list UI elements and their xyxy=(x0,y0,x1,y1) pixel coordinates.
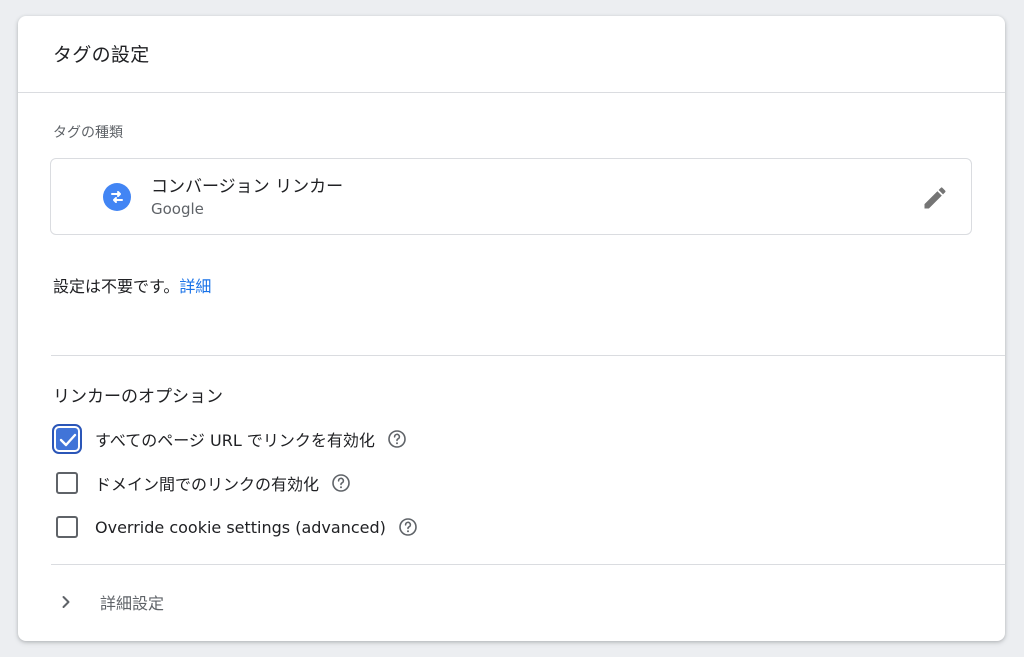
advanced-settings-label: 詳細設定 xyxy=(100,594,165,613)
header-divider xyxy=(18,92,1005,93)
option-label[interactable]: ドメイン間でのリンクの有効化 xyxy=(95,471,319,495)
linker-options-title: リンカーのオプション xyxy=(53,387,223,407)
option-cross-domain: ドメイン間でのリンクの有効化 xyxy=(53,468,351,498)
help-icon[interactable] xyxy=(331,473,351,493)
checkbox-override-cookie[interactable] xyxy=(56,516,78,538)
checkbox-enable-all-urls[interactable] xyxy=(52,424,82,454)
help-icon[interactable] xyxy=(387,429,407,449)
config-message: 設定は不要です。詳細 xyxy=(53,273,211,297)
help-icon[interactable] xyxy=(398,517,418,537)
tag-type-selector[interactable]: コンバージョン リンカー Google xyxy=(50,158,972,235)
option-override-cookie: Override cookie settings (advanced) xyxy=(53,512,418,542)
option-label[interactable]: Override cookie settings (advanced) xyxy=(95,518,386,537)
config-text: 設定は不要です。 xyxy=(53,277,180,296)
tag-vendor: Google xyxy=(151,200,204,218)
section-divider xyxy=(51,355,1005,356)
chevron-right-icon xyxy=(62,596,70,608)
tag-configuration-card: タグの設定 タグの種類 コンバージョン リンカー Google 設定は不要です。… xyxy=(18,16,1005,641)
checkbox-cross-domain[interactable] xyxy=(56,472,78,494)
tag-name: コンバージョン リンカー xyxy=(151,177,344,197)
option-label[interactable]: すべてのページ URL でリンクを有効化 xyxy=(95,427,375,451)
option-enable-all-urls: すべてのページ URL でリンクを有効化 xyxy=(52,424,407,454)
section-divider xyxy=(51,564,1005,565)
swap-arrows-icon xyxy=(103,183,131,211)
tag-type-label: タグの種類 xyxy=(53,125,123,141)
pencil-icon[interactable] xyxy=(921,184,949,212)
learn-more-link[interactable]: 詳細 xyxy=(179,277,211,296)
card-title: タグの設定 xyxy=(53,44,150,66)
advanced-settings-toggle[interactable]: 詳細設定 xyxy=(56,588,164,616)
